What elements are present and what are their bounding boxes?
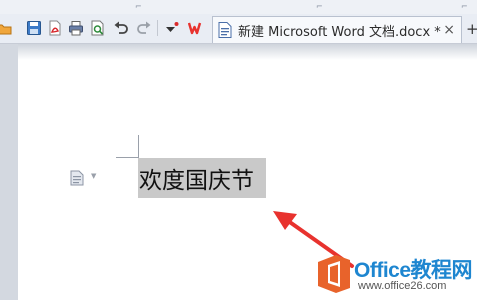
toolbar-separator — [157, 20, 158, 36]
margin-marker-horizontal — [116, 157, 138, 158]
toolbar-top-strip: ⌐ ⌐ ⌐ — [0, 0, 477, 14]
word-document-icon — [218, 22, 232, 38]
group-expand-icon[interactable]: ⌐ — [316, 2, 323, 11]
selected-text[interactable]: 欢度国庆节 — [138, 158, 266, 198]
new-tab-icon[interactable]: + — [466, 20, 477, 38]
customize-dropdown-icon[interactable] — [163, 20, 179, 36]
group-expand-icon[interactable]: ⌐ — [135, 2, 142, 11]
paragraph-layout-icon[interactable] — [70, 170, 84, 186]
watermark: Office教程网 www.office26.com — [314, 252, 477, 300]
chevron-down-icon[interactable]: ▼ — [91, 172, 96, 180]
watermark-url: www.office26.com — [358, 280, 447, 292]
undo-icon[interactable] — [113, 20, 129, 36]
margin-marker-vertical — [138, 135, 139, 158]
wps-logo-icon[interactable] — [188, 20, 204, 36]
document-tab-label: 新建 Microsoft Word 文档.docx * — [238, 24, 441, 40]
open-icon[interactable] — [0, 20, 12, 36]
left-gutter — [0, 44, 18, 300]
export-pdf-icon[interactable] — [47, 20, 63, 36]
print-preview-icon[interactable] — [90, 20, 106, 36]
office-logo-icon — [318, 255, 350, 293]
group-expand-icon[interactable]: ⌐ — [461, 2, 468, 11]
page-top-shadow — [18, 44, 477, 60]
print-icon[interactable] — [68, 20, 84, 36]
document-tab[interactable]: 新建 Microsoft Word 文档.docx * × — [212, 16, 462, 43]
close-tab-icon[interactable]: × — [443, 22, 455, 38]
redo-icon[interactable] — [136, 20, 152, 36]
quick-access-toolbar: ⌐ ⌐ ⌐ 新建 Microsoft Word 文档.docx * × + — [0, 0, 477, 44]
save-icon[interactable] — [26, 20, 42, 36]
